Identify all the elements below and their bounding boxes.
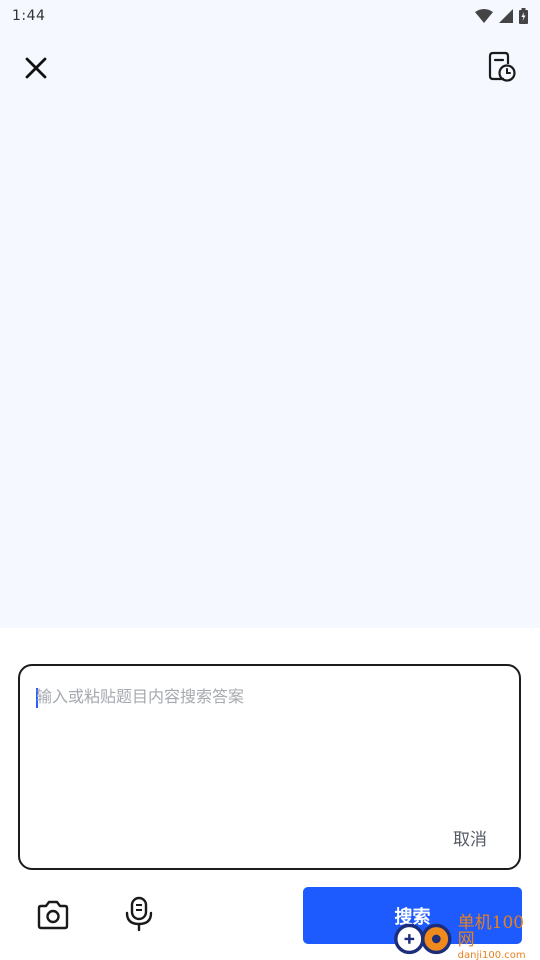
bottom-panel: 取消 搜索 xyxy=(0,628,540,960)
voice-input-button[interactable] xyxy=(124,896,154,932)
watermark-icon xyxy=(394,923,452,955)
question-input-box: 取消 xyxy=(18,664,521,870)
cancel-button[interactable]: 取消 xyxy=(453,825,487,850)
watermark-text: 单机100网 danji100.com xyxy=(458,915,538,960)
watermark-sub-text: danji100.com xyxy=(457,950,526,960)
close-button[interactable] xyxy=(20,52,52,84)
battery-icon xyxy=(519,8,528,24)
camera-icon xyxy=(37,900,69,930)
wifi-icon xyxy=(475,9,493,23)
microphone-icon xyxy=(125,896,153,932)
watermark-main-text: 单机100网 xyxy=(457,913,525,950)
search-history-icon xyxy=(488,51,516,82)
search-history-button[interactable] xyxy=(484,50,518,84)
camera-button[interactable] xyxy=(36,898,70,932)
status-bar: 1:44 xyxy=(0,0,540,32)
status-icons xyxy=(475,8,528,24)
question-input[interactable] xyxy=(36,684,503,804)
cellular-signal-icon xyxy=(499,9,513,23)
status-time: 1:44 xyxy=(12,8,46,24)
watermark-logo: 单机100网 danji100.com xyxy=(392,915,538,960)
close-icon xyxy=(25,57,47,79)
top-bar xyxy=(0,40,540,96)
